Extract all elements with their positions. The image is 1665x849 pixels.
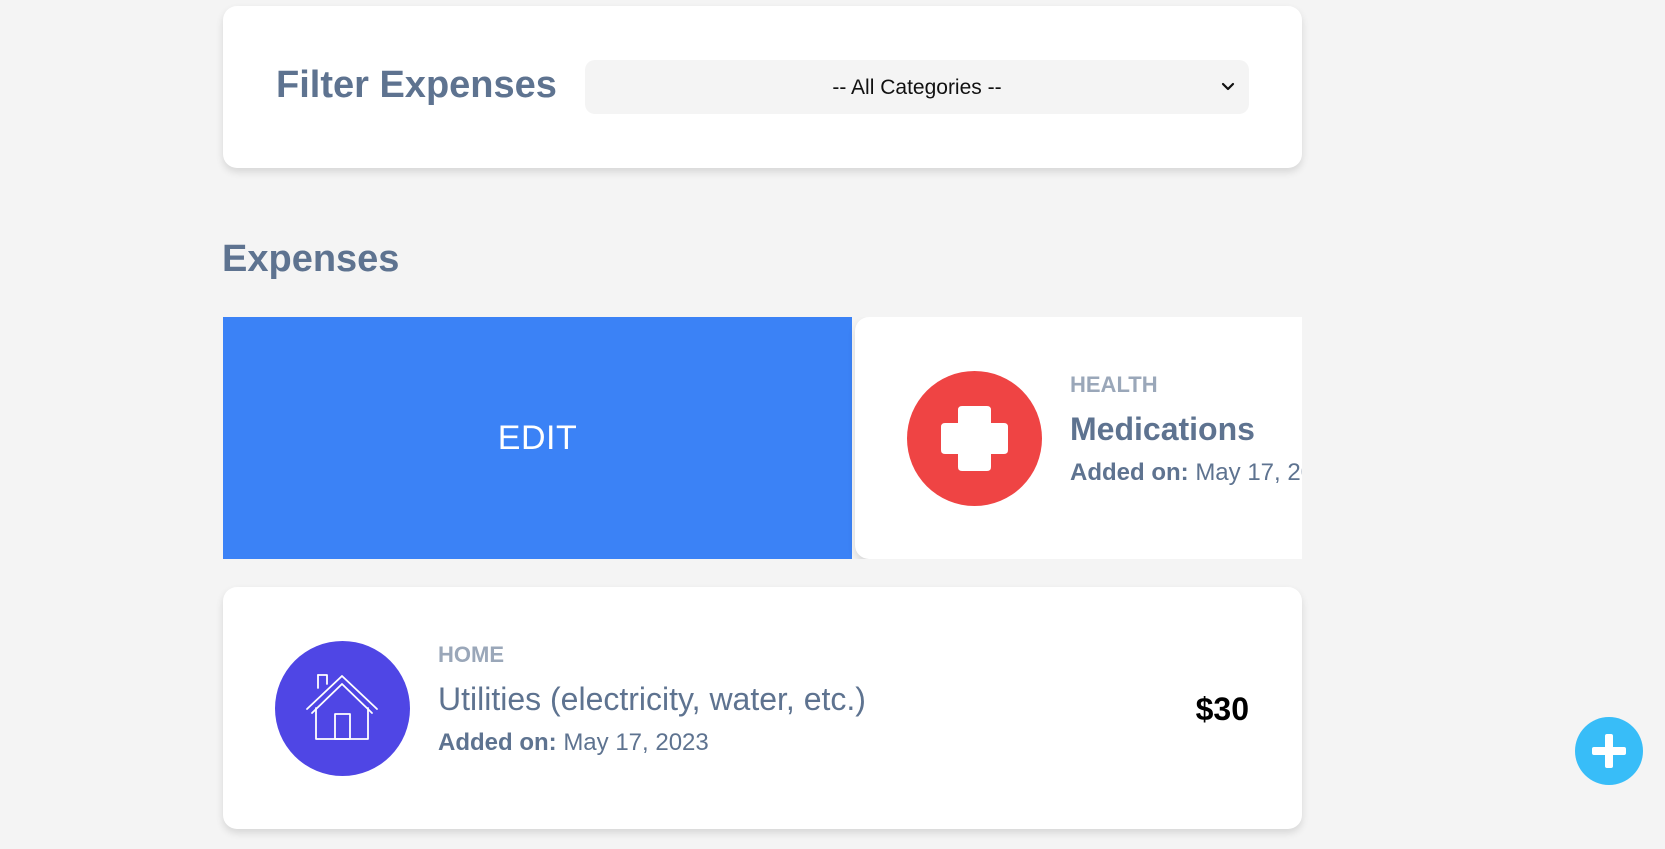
category-icon-circle: [275, 641, 410, 776]
added-date: Added on: May 17, 2023: [1070, 461, 1302, 485]
expense-card[interactable]: HEALTH Medications Added on: May 17, 202…: [855, 317, 1302, 559]
category-label: HEALTH: [1070, 372, 1158, 397]
filter-title: Filter Expenses: [276, 64, 557, 106]
category-icon-circle: [907, 371, 1042, 506]
chevron-down-icon: [1221, 82, 1235, 91]
expense-name: Medications: [1070, 411, 1255, 447]
swipe-row[interactable]: EDIT HEALTH Medications Added on: May 17…: [223, 317, 1302, 559]
category-select-value: -- All Categories --: [832, 76, 1002, 99]
added-label: Added on:: [1070, 459, 1189, 486]
plus-icon: [1592, 734, 1626, 768]
category-label: HOME: [438, 642, 504, 667]
house-icon: [306, 674, 378, 740]
expense-amount: $30: [1195, 691, 1249, 727]
category-select[interactable]: -- All Categories --: [585, 60, 1249, 114]
expense-name: Utilities (electricity, water, etc.): [438, 681, 866, 717]
edit-button[interactable]: EDIT: [223, 317, 852, 559]
added-date-value: May 17, 2023: [1195, 459, 1302, 486]
add-expense-button[interactable]: [1575, 717, 1643, 785]
added-label: Added on:: [438, 729, 557, 756]
expenses-heading: Expenses: [222, 238, 400, 280]
expense-card[interactable]: HOME Utilities (electricity, water, etc.…: [223, 587, 1302, 829]
filter-card: Filter Expenses -- All Categories --: [223, 6, 1302, 168]
added-date-value: May 17, 2023: [563, 729, 709, 756]
added-date: Added on: May 17, 2023: [438, 731, 709, 755]
medical-cross-icon: [941, 406, 1008, 471]
